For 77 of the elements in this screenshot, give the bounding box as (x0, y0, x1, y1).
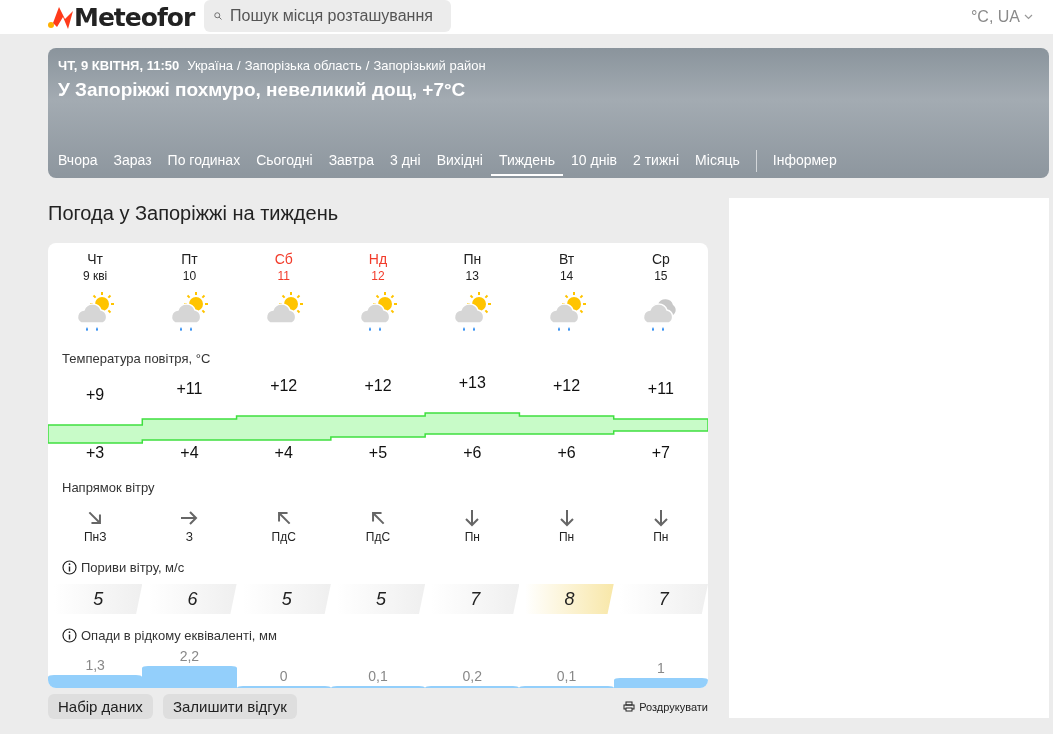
section-label: Пориви вітру, м/с (81, 559, 185, 575)
max-temperature: +9 (85, 385, 106, 405)
period-tab[interactable]: Вихідні (428, 152, 491, 176)
precipitation-value: 2,2 (178, 648, 201, 664)
period-tab[interactable]: 10 днів (563, 152, 625, 176)
period-tab[interactable]: По годинах (159, 152, 249, 176)
print-link[interactable]: Роздрукувати (623, 700, 708, 713)
period-tab[interactable]: Тиждень (490, 152, 564, 176)
weekday-label: Чт (86, 251, 104, 267)
max-temperature: +12 (363, 376, 393, 396)
wind-direction: Пн (557, 530, 576, 544)
period-tab[interactable]: Сьогодні (248, 152, 321, 176)
section-label: Температура повітря, °C (61, 349, 212, 367)
wind-direction: ПдС (270, 530, 297, 544)
wind-direction: З (184, 530, 195, 544)
logo-text[interactable]: Meteofor (74, 2, 195, 32)
period-tab[interactable]: Завтра (320, 152, 382, 176)
date-label: 15 (653, 269, 669, 283)
wind-direction: ПнЗ (82, 530, 108, 544)
precipitation-value: 0,1 (555, 668, 578, 684)
min-temperature: +3 (85, 444, 106, 462)
caret-icon (1024, 14, 1033, 20)
action-button[interactable]: Залишити відгук (162, 694, 297, 719)
precipitation-value: 0,2 (461, 668, 483, 684)
wind-direction: Пн (652, 530, 670, 544)
date-label: 12 (370, 269, 386, 283)
period-tab[interactable]: 2 тижні (625, 152, 688, 176)
info-icon[interactable] (62, 559, 77, 575)
section-label: Напрямок вітру (61, 478, 156, 496)
period-tab[interactable]: 3 дні (382, 152, 429, 176)
date-label: 10 (181, 269, 198, 283)
weekday-label: Сб (273, 251, 294, 267)
weekday-label: Пт (180, 251, 199, 267)
date-time: ЧТ, 9 КВІТНЯ, 11:50 (58, 58, 180, 73)
date-label: 9 кві (82, 269, 109, 283)
action-button[interactable]: Набір даних (48, 694, 153, 719)
date-label: 14 (558, 269, 575, 283)
breadcrumb-separator: / (237, 58, 241, 73)
informer-link[interactable]: Інформер (764, 152, 845, 176)
min-temperature: +4 (273, 444, 294, 462)
printer-icon (623, 701, 636, 712)
max-temperature: +12 (269, 376, 299, 396)
date-label: 11 (276, 269, 291, 283)
period-tab[interactable]: Вчора (50, 152, 106, 176)
weekday-label: Пн (462, 251, 483, 267)
breadcrumb-separator: / (365, 58, 370, 73)
search-field[interactable]: Пошук місця розташування (204, 0, 451, 32)
precipitation-value: 1,3 (84, 657, 106, 673)
min-temperature: +5 (367, 444, 389, 462)
breadcrumb-link[interactable]: Запорізький район (373, 58, 486, 73)
page-title: Погода у Запоріжжі на тиждень (48, 202, 340, 225)
breadcrumb-link[interactable]: Запорізька область (244, 58, 362, 73)
weekday-label: Ср (650, 251, 671, 267)
precipitation-value: 1 (655, 660, 666, 676)
precipitation-value: 0,1 (367, 668, 389, 684)
max-temperature: +11 (175, 379, 204, 399)
period-tab[interactable]: Місяць (687, 152, 748, 176)
min-temperature: +4 (179, 444, 200, 462)
period-tab[interactable]: Зараз (105, 152, 160, 176)
weekday-label: Нд (367, 251, 389, 267)
info-icon[interactable] (62, 627, 77, 643)
breadcrumb-link[interactable]: Україна (187, 58, 234, 73)
min-temperature: +6 (462, 444, 483, 462)
units-selector[interactable]: °C, UA (970, 8, 1033, 26)
wind-gust-value: 8 (525, 584, 614, 614)
max-temperature: +13 (457, 373, 487, 393)
max-temperature: +11 (646, 379, 675, 399)
weather-headline: У Запоріжжі похмуро, невеликий дощ, +7°C (58, 79, 467, 101)
max-temperature: +12 (552, 376, 582, 396)
wind-direction: ПдС (364, 530, 392, 544)
weekday-label: Вт (557, 251, 576, 267)
min-temperature: +7 (650, 444, 671, 462)
section-label: Опади в рідкому еквіваленті, мм (81, 627, 277, 643)
min-temperature: +6 (556, 444, 577, 462)
precipitation-value: 0 (278, 668, 289, 684)
wind-direction: Пн (463, 530, 481, 544)
date-label: 13 (464, 269, 480, 283)
